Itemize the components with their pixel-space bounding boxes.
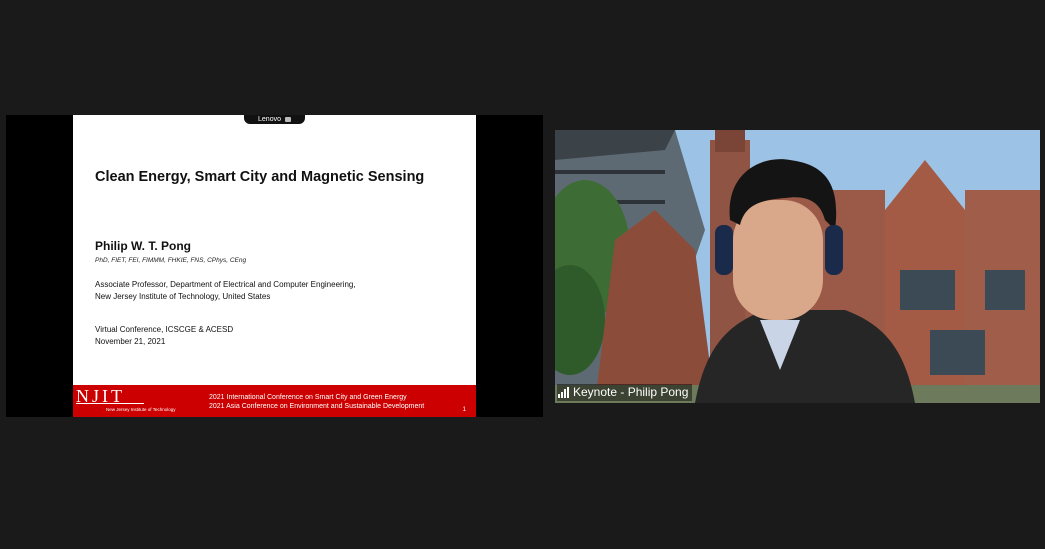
- screen-share-pane[interactable]: Lenovo Clean Energy, Smart City and Magn…: [6, 115, 543, 417]
- presentation-slide: Lenovo Clean Energy, Smart City and Magn…: [73, 115, 476, 417]
- footer-conference-line-1: 2021 International Conference on Smart C…: [209, 394, 407, 401]
- njit-logo: NJIT New Jersey Institute of Technology: [76, 387, 175, 415]
- screen-icon[interactable]: [284, 117, 291, 122]
- lenovo-toolbar[interactable]: Lenovo: [244, 115, 305, 124]
- conference-date: November 21, 2021: [95, 337, 166, 346]
- presenter-credentials: PhD, FIET, FEI, FIMMM, FHKIE, FNS, CPhys…: [95, 257, 247, 264]
- lenovo-label: Lenovo: [258, 116, 281, 123]
- slide-title: Clean Energy, Smart City and Magnetic Se…: [95, 169, 425, 185]
- logo-rule: [76, 403, 144, 404]
- signal-strength-icon: [558, 387, 569, 398]
- affiliation-line-2: New Jersey Institute of Technology, Unit…: [95, 292, 271, 301]
- participant-name: Keynote - Philip Pong: [573, 385, 689, 399]
- video-feed-image: [555, 130, 1040, 403]
- footer-conference-line-2: 2021 Asia Conference on Environment and …: [209, 403, 425, 410]
- conference-name: Virtual Conference, ICSCGE & ACESD: [95, 325, 234, 334]
- njit-logo-subtext: New Jersey Institute of Technology: [106, 407, 176, 412]
- slide-number: 1: [462, 407, 466, 413]
- slide-footer: NJIT New Jersey Institute of Technology …: [73, 385, 476, 417]
- participant-video-tile[interactable]: Keynote - Philip Pong: [555, 130, 1040, 403]
- affiliation-line-1: Associate Professor, Department of Elect…: [95, 280, 356, 289]
- participant-name-label: Keynote - Philip Pong: [557, 384, 693, 401]
- presenter-name: Philip W. T. Pong: [95, 239, 191, 253]
